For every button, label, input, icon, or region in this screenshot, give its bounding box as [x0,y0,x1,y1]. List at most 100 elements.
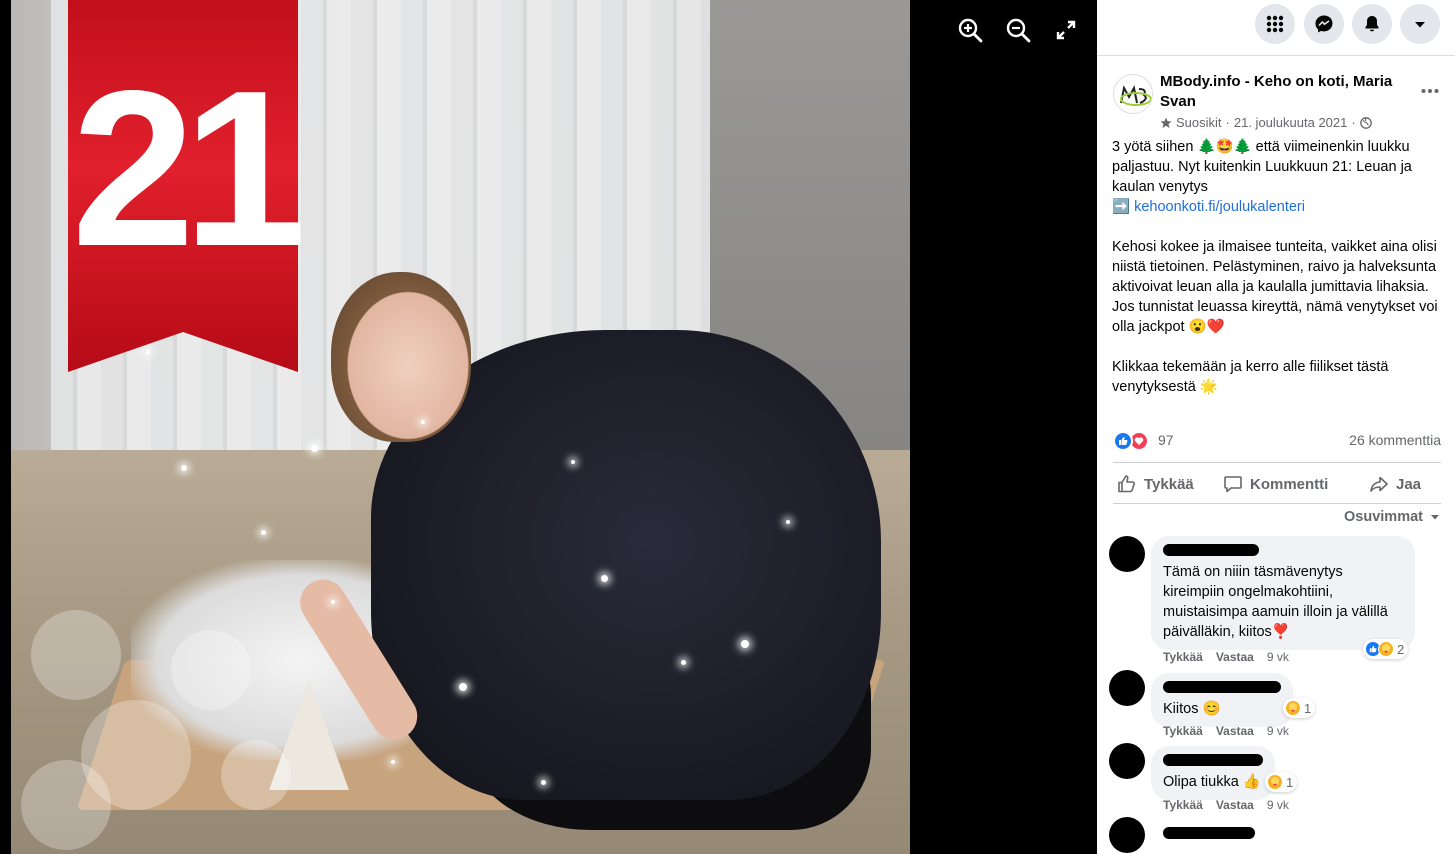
comment-button[interactable]: Kommentti [1223,463,1328,505]
commenter-avatar-redacted[interactable] [1109,743,1145,779]
comment-actions: Tykkää Vastaa 9 vk [1163,650,1289,664]
comment-actions: Tykkää Vastaa 9 vk [1163,798,1289,812]
top-bar [1097,0,1455,56]
advent-ribbon: 21 [68,0,307,372]
mbody-logo-icon [1114,75,1152,113]
comment-reply-link[interactable]: Vastaa [1216,798,1254,812]
sparkle [261,530,266,535]
comment-reply-link[interactable]: Vastaa [1216,724,1254,738]
comment-count[interactable]: 26 kommenttia [1349,432,1441,448]
comment-icon [1224,476,1242,493]
fullscreen-icon [1056,20,1076,40]
care-reaction-icon [1378,641,1394,657]
post-paragraph-3: Klikkaa tekemään ja kerro alle fiilikset… [1112,359,1389,395]
thumbs-up-icon [1118,475,1135,493]
fullscreen-button[interactable] [1050,14,1082,46]
comment-like-link[interactable]: Tykkää [1163,724,1203,738]
post-options-button[interactable] [1417,80,1443,106]
post-link-line: ➡️ kehoonkoti.fi/joulukalenteri [1112,197,1444,217]
sparkle [741,640,749,648]
grid-menu-icon [1266,15,1284,33]
bell-icon [1365,16,1379,32]
sparkle [601,575,608,582]
comment-time[interactable]: 9 vk [1267,798,1289,812]
sparkle [681,660,686,665]
reaction-count[interactable]: 97 [1158,432,1174,448]
commenter-name-redacted[interactable] [1163,827,1255,839]
bokeh-light [21,760,111,850]
reactions-summary: 97 26 kommenttia [1113,430,1441,452]
comment-reactions[interactable]: 1 [1283,698,1316,718]
sparkle [571,460,575,464]
care-reaction-icon [1267,774,1283,790]
like-label: Tykkää [1144,475,1194,493]
post-text: 3 yötä siihen 🌲🤩🌲 että viimeinenkin luuk… [1112,137,1444,417]
photo-viewer: 21 [0,0,1097,854]
comment-label: Kommentti [1250,475,1329,493]
commenter-name-redacted[interactable] [1163,754,1263,766]
comment-text: Tämä on niiin täsmävenytys kireimpiin on… [1163,564,1388,640]
comment-reply-link[interactable]: Vastaa [1216,650,1254,664]
post-date[interactable]: 21. joulukuuta 2021 [1234,115,1347,130]
like-reaction-icon [1113,431,1133,451]
comment-reaction-count: 1 [1286,774,1294,790]
comment-item: Kiitos 😊 1 Tykkää Vastaa 9 vk [1109,670,1449,740]
comment-actions: Tykkää Vastaa 9 vk [1163,724,1289,738]
comment-sort-dropdown[interactable]: Osuvimmat [1344,509,1441,525]
commenter-avatar-redacted[interactable] [1109,670,1145,706]
bokeh-light [171,630,251,710]
comment-bubble: Kiitos 😊 [1151,673,1293,727]
emoji: 🌲🤩🌲 [1197,139,1252,155]
zoom-out-icon [1006,18,1031,43]
comment-item [1109,817,1449,854]
like-button[interactable]: Tykkää [1117,463,1194,505]
comment-text: Kiitos 😊 [1163,701,1221,717]
commenter-name-redacted[interactable] [1163,544,1259,556]
comment-like-link[interactable]: Tykkää [1163,650,1203,664]
sparkle [331,600,335,604]
comment-bubble: Tämä on niiin täsmävenytys kireimpiin on… [1151,536,1415,650]
post-link[interactable]: kehoonkoti.fi/joulukalenteri [1134,199,1305,215]
comment-item: Olipa tiukka 👍 1 Tykkää Vastaa 9 vk [1109,743,1449,815]
menu-button[interactable] [1255,4,1295,44]
page-avatar[interactable] [1113,74,1153,114]
share-icon [1370,476,1388,492]
star-icon [1160,117,1172,128]
sparkle [181,465,187,471]
reaction-icons[interactable] [1113,431,1151,451]
zoom-in-button[interactable] [954,14,986,46]
share-button[interactable]: Jaa [1369,463,1421,505]
commenter-avatar-redacted[interactable] [1109,536,1145,572]
advent-day-number: 21 [71,45,307,293]
comment-time[interactable]: 9 vk [1267,650,1289,664]
comment-reaction-count: 2 [1397,641,1405,657]
emoji: 🌟 [1199,379,1218,395]
comment-like-link[interactable]: Tykkää [1163,798,1203,812]
zoom-out-button[interactable] [1002,14,1034,46]
page-name[interactable]: MBody.info - Keho on koti, Maria Svan [1160,72,1395,112]
post-meta: Suosikit · 21. joulukuuta 2021 · [1160,115,1372,130]
sort-label: Osuvimmat [1344,509,1423,525]
caret-down-icon [1431,515,1439,520]
commenter-avatar-redacted[interactable] [1109,817,1145,853]
sparkle [391,760,395,764]
account-menu-button[interactable] [1400,4,1440,44]
post-action-bar: Tykkää Kommentti Jaa [1113,462,1441,504]
comment-reactions[interactable]: 2 [1363,639,1409,659]
zoom-in-icon [958,18,983,43]
notifications-button[interactable] [1352,4,1392,44]
more-dots-icon [1421,89,1439,93]
meta-separator: · [1225,115,1230,130]
post-paragraph-2: Kehosi kokee ja ilmaisee tunteita, vaikk… [1112,239,1438,335]
sparkle [311,445,318,452]
arrow-emoji: ➡️ [1112,199,1131,215]
messenger-button[interactable] [1304,4,1344,44]
comment-time[interactable]: 9 vk [1267,724,1289,738]
comment-reactions[interactable]: 1 [1265,772,1298,792]
comment-item: Tämä on niiin täsmävenytys kireimpiin on… [1109,536,1449,666]
sparkle [786,520,790,524]
comment-reaction-count: 1 [1304,700,1312,716]
commenter-name-redacted[interactable] [1163,681,1281,693]
favorites-label[interactable]: Suosikit [1176,115,1222,130]
post-photo: 21 [11,0,910,854]
